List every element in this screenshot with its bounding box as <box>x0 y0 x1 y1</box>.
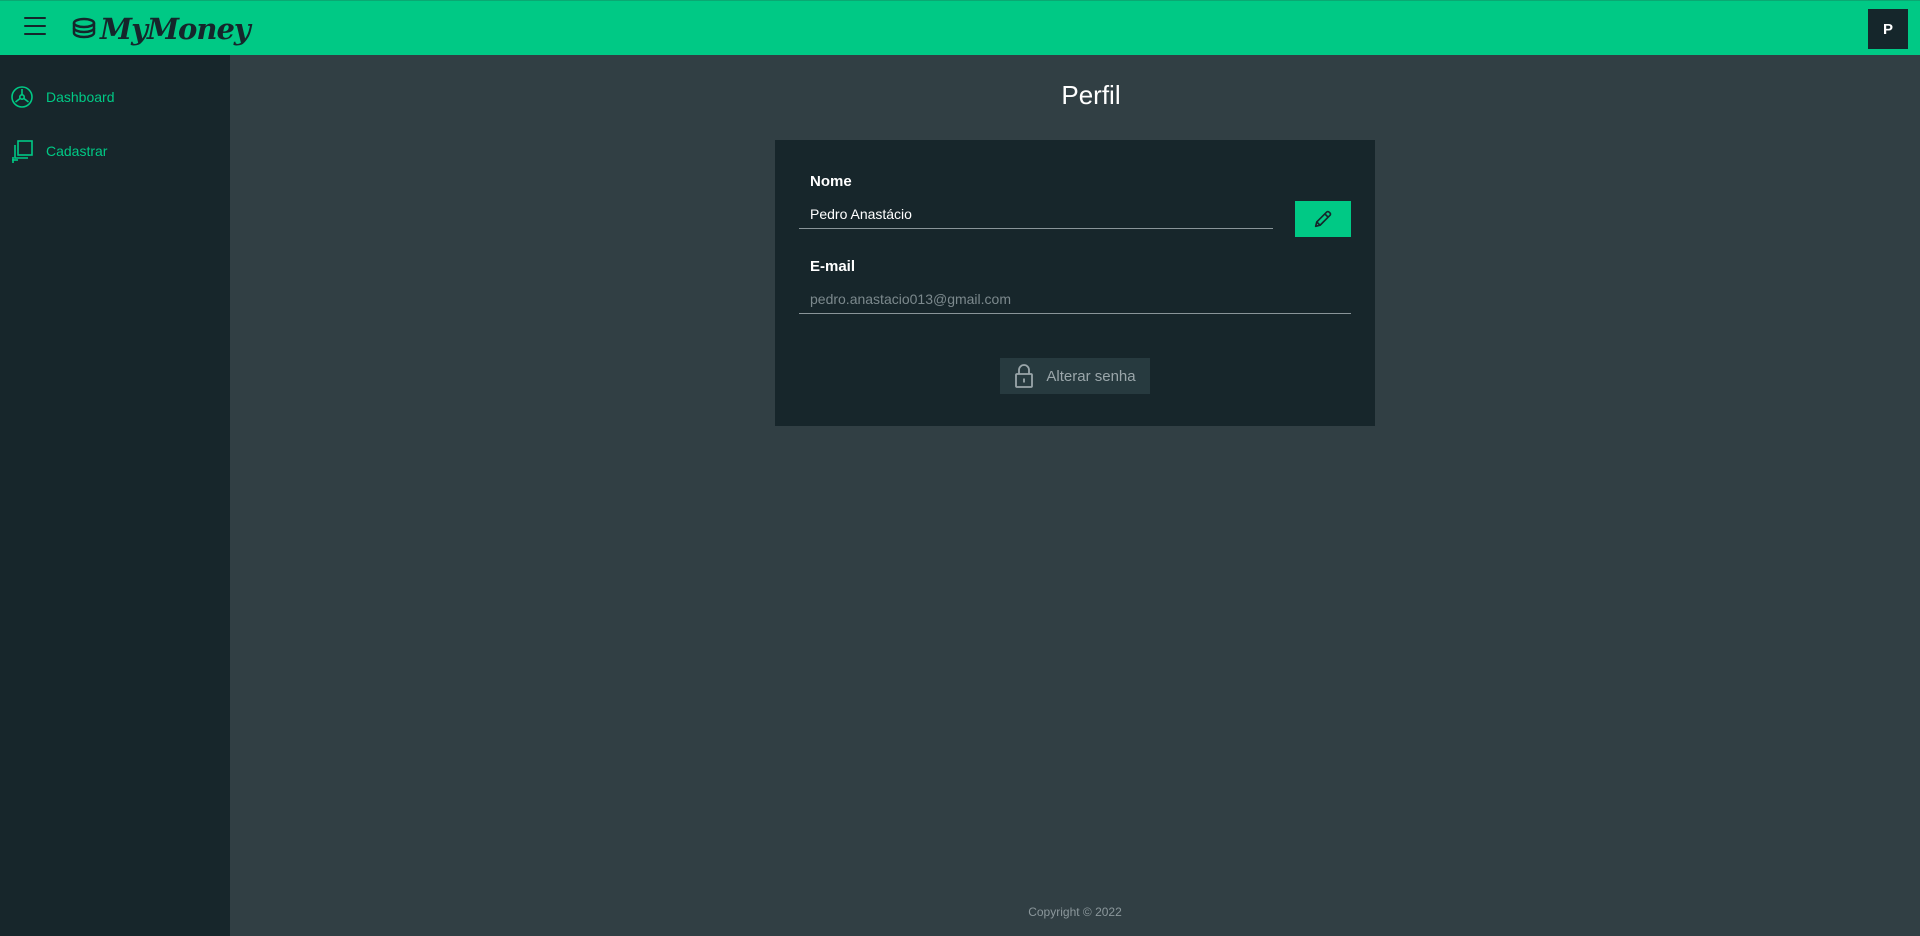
coins-stack-icon <box>72 17 96 39</box>
change-password-button[interactable]: Alterar senha <box>1000 358 1150 394</box>
dashboard-gauge-icon <box>11 86 33 108</box>
email-label: E-mail <box>810 258 856 275</box>
change-password-label: Alterar senha <box>1046 367 1136 385</box>
lock-icon <box>1015 364 1034 388</box>
pencil-icon <box>1314 210 1332 228</box>
brand-logo[interactable]: MyMoney <box>70 11 251 47</box>
user-avatar[interactable]: P <box>1868 9 1908 49</box>
top-bar: MyMoney P <box>0 0 1920 55</box>
sidebar: Dashboard Cadastrar <box>0 55 230 936</box>
sidebar-item-label: Dashboard <box>46 89 115 105</box>
sidebar-item-label: Cadastrar <box>46 143 108 159</box>
edit-name-button[interactable] <box>1295 201 1351 237</box>
page-title: Perfil <box>1061 80 1121 110</box>
email-field[interactable] <box>799 284 1351 314</box>
hamburger-menu-icon[interactable] <box>22 17 48 39</box>
add-copy-icon <box>12 140 33 163</box>
name-label: Nome <box>810 173 852 190</box>
sidebar-item-cadastrar[interactable]: Cadastrar <box>0 136 107 166</box>
copyright-footer: Copyright © 2022 <box>1028 905 1122 919</box>
name-field[interactable] <box>799 199 1273 229</box>
sidebar-item-dashboard[interactable]: Dashboard <box>0 82 115 112</box>
brand-name: MyMoney <box>100 12 251 46</box>
profile-card: Nome E-mail Alterar senha <box>775 140 1375 426</box>
